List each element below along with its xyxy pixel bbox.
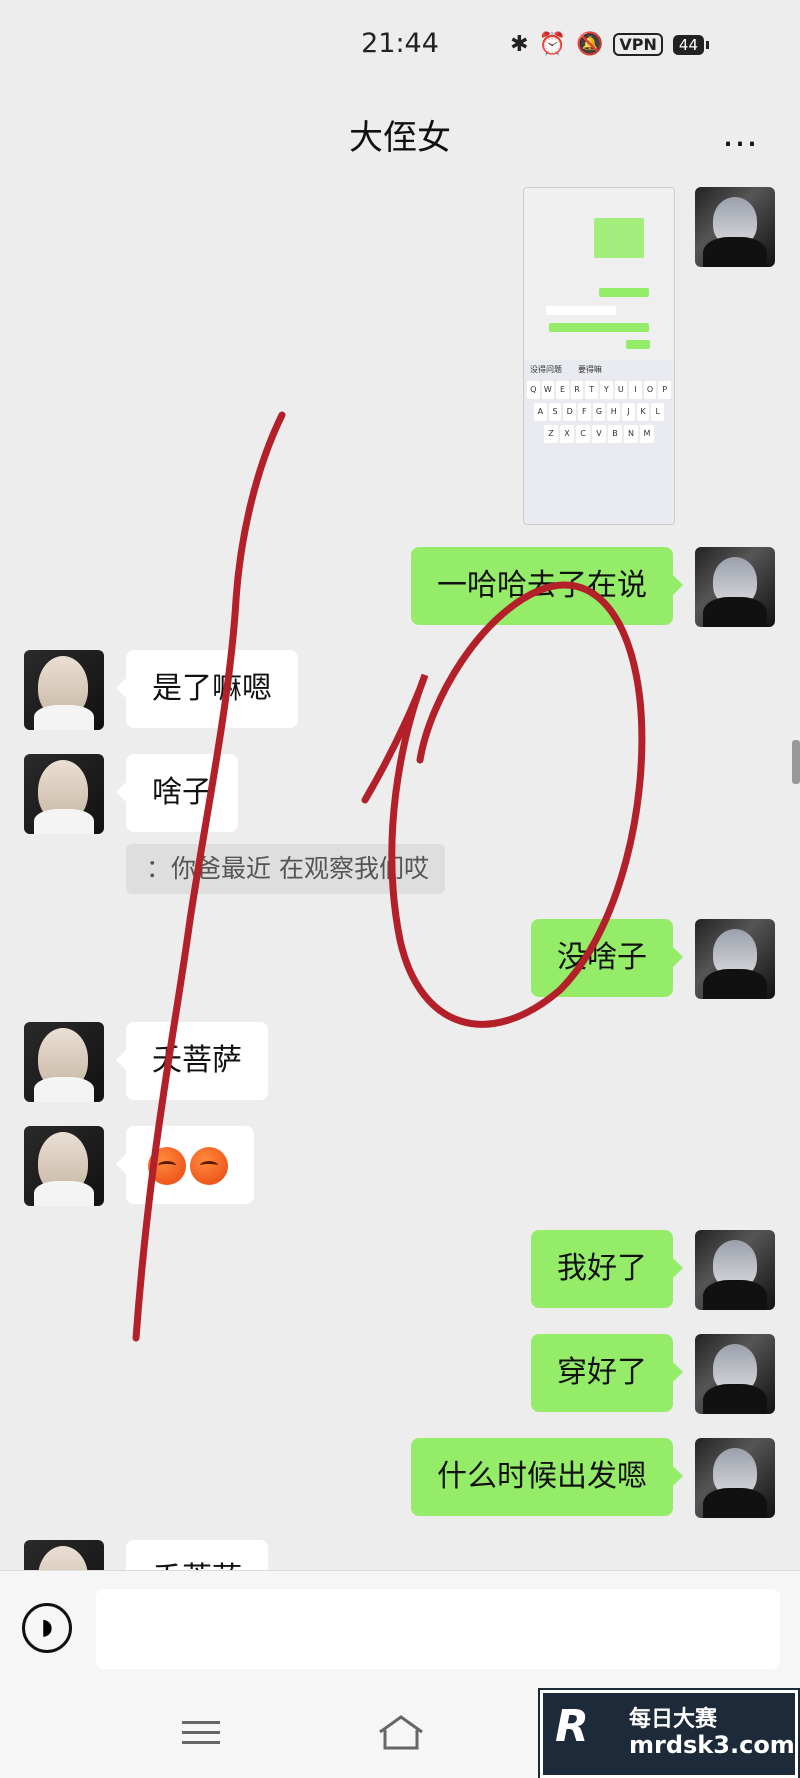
scrollbar[interactable] — [792, 740, 800, 784]
emoji-message[interactable] — [116, 1126, 254, 1204]
avatar-self[interactable] — [695, 547, 775, 627]
hot-face-icon — [190, 1146, 228, 1185]
kb-key: T — [585, 381, 598, 399]
shot-line — [549, 323, 649, 332]
kb-key: J — [622, 403, 635, 421]
shot-line — [626, 340, 650, 349]
message-bubble-sent[interactable]: 没啥子 — [531, 919, 683, 997]
image-message[interactable]: 没得问题 要得嘛 Q W E R T Y U I O P A S D F G H… — [523, 187, 675, 525]
watermark-logo: R 每日大赛 mrdsk3.com — [540, 1690, 798, 1778]
kb-key: S — [548, 403, 562, 421]
avatar-contact[interactable] — [24, 1126, 104, 1206]
shot-suggestion: 要得嘛 — [578, 365, 602, 374]
shot-blur — [594, 218, 644, 258]
kb-key: P — [658, 381, 671, 399]
kb-key: Y — [599, 381, 613, 399]
chat-area[interactable]: 没得问题 要得嘛 Q W E R T Y U I O P A S D F G H… — [0, 180, 800, 1570]
bluetooth-icon: ✱ — [510, 32, 529, 57]
watermark-r-icon: R — [555, 1701, 589, 1752]
kb-row-1: Q W E R T Y U I O P — [524, 379, 674, 401]
kb-key: U — [614, 381, 628, 399]
kb-key: Z — [544, 425, 558, 443]
vpn-badge: VPN — [613, 33, 663, 56]
message-bubble-sent[interactable]: 一哈哈去了在说 — [411, 547, 683, 625]
kb-key: N — [624, 425, 638, 443]
shot-suggestion: 没得问题 — [530, 365, 562, 374]
watermark-url: mrdsk3.com — [629, 1731, 795, 1759]
chat-header: 大侄女 … — [0, 90, 800, 180]
watermark-title: 每日大赛 — [629, 1707, 718, 1732]
more-options-icon[interactable]: … — [722, 114, 760, 155]
shot-suggestions: 没得问题 要得嘛 — [524, 360, 674, 379]
avatar-contact[interactable] — [24, 1022, 104, 1102]
voice-icon[interactable]: ◗ — [22, 1603, 72, 1653]
chat-title: 大侄女 — [349, 118, 451, 158]
kb-key: D — [563, 403, 577, 421]
kb-key: C — [576, 425, 590, 443]
kb-key: O — [643, 381, 657, 399]
kb-key: M — [640, 425, 654, 443]
kb-key: V — [592, 425, 606, 443]
kb-key: Q — [527, 381, 540, 399]
avatar-self[interactable] — [695, 1438, 775, 1518]
mute-bell-icon: 🔕 — [576, 32, 604, 57]
message-bubble-sent[interactable]: 穿好了 — [531, 1334, 683, 1412]
avatar-contact[interactable] — [24, 1540, 104, 1570]
shot-line — [546, 306, 616, 315]
kb-row-2: A S D F G H J K L — [524, 401, 674, 423]
message-bubble-received[interactable]: 是了嘛嗯 — [116, 650, 298, 728]
kb-key: I — [629, 381, 642, 399]
alarm-icon: ⏰ — [538, 32, 566, 57]
message-bubble-received[interactable]: 夭菩萨 — [116, 1022, 268, 1100]
kb-key: B — [608, 425, 622, 443]
avatar-self[interactable] — [695, 187, 775, 267]
kb-key: W — [541, 381, 555, 399]
avatar-contact[interactable] — [24, 754, 104, 834]
avatar-self[interactable] — [695, 1334, 775, 1414]
avatar-self[interactable] — [695, 919, 775, 999]
status-bar: 21:44 ✱ ⏰ 🔕 VPN 44 — [0, 0, 800, 90]
shot-keyboard: 没得问题 要得嘛 Q W E R T Y U I O P A S D F G H… — [524, 360, 674, 524]
shot-line — [599, 288, 649, 297]
avatar-contact[interactable] — [24, 650, 104, 730]
kb-key: H — [607, 403, 621, 421]
message-bubble-sent[interactable]: 什么时候出发嗯 — [411, 1438, 683, 1516]
kb-key: L — [651, 403, 665, 421]
kb-key: E — [556, 381, 569, 399]
message-input[interactable] — [96, 1589, 780, 1669]
shot-chat-preview — [524, 188, 674, 360]
message-bubble-received[interactable]: 啥子 — [116, 754, 238, 832]
battery-icon: 44 — [672, 34, 710, 55]
kb-key: G — [592, 403, 606, 421]
kb-key: X — [560, 425, 574, 443]
kb-key: F — [578, 403, 591, 421]
home-icon[interactable] — [376, 1712, 426, 1752]
quoted-message[interactable]: ：你爸最近 在观察我们哎 — [126, 844, 445, 894]
message-bubble-received[interactable]: 夭菩萨 — [116, 1540, 268, 1570]
avatar-self[interactable] — [695, 1230, 775, 1310]
kb-key: R — [570, 381, 584, 399]
message-bubble-sent[interactable]: 我好了 — [531, 1230, 683, 1308]
kb-key: A — [534, 403, 547, 421]
kb-row-3: Z X C V B N M — [524, 423, 674, 445]
kb-key: K — [636, 403, 650, 421]
menu-icon[interactable] — [182, 1714, 220, 1748]
hot-face-icon — [148, 1146, 186, 1185]
status-icons: ✱ ⏰ 🔕 VPN 44 — [510, 32, 710, 57]
input-bar: ◗ — [0, 1570, 800, 1691]
